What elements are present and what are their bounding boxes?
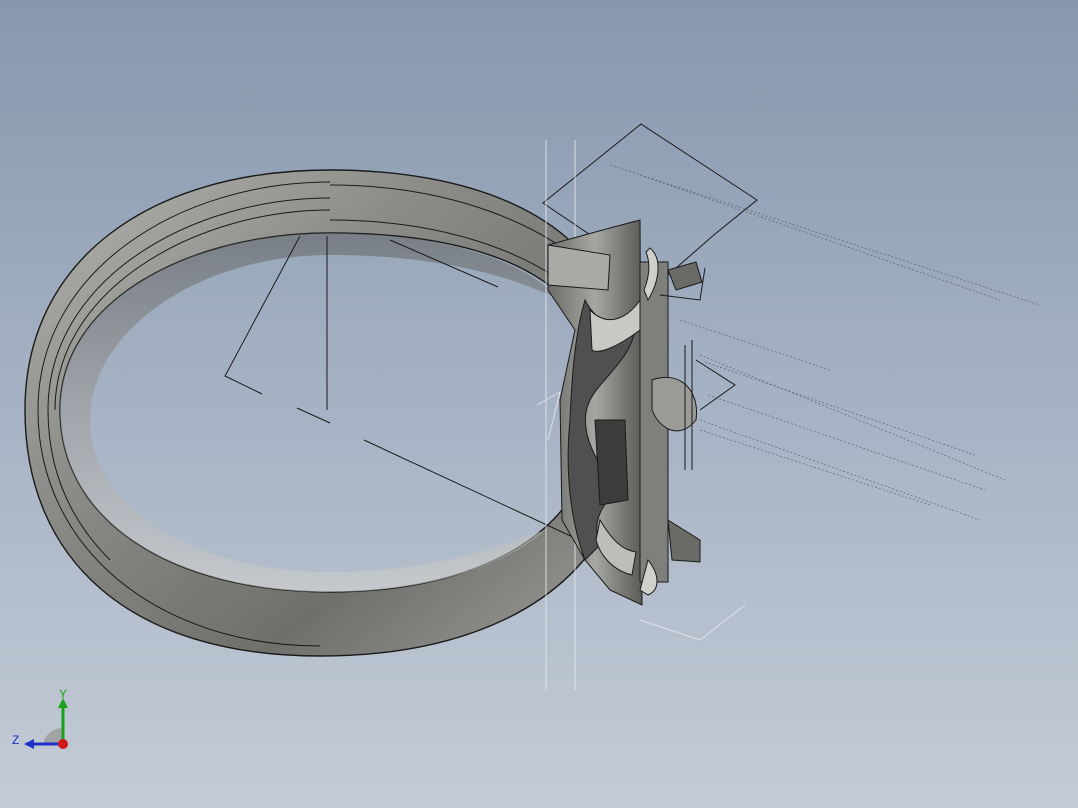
y-axis-label: Y	[59, 687, 67, 701]
z-axis-label: Z	[12, 733, 19, 747]
graphics-viewport[interactable]: Y Z	[0, 0, 1078, 808]
ring-band[interactable]	[24, 169, 611, 657]
x-axis-origin	[58, 739, 68, 749]
z-axis-arrow	[24, 739, 34, 749]
orientation-triad: Y Z	[12, 687, 68, 749]
ring-model[interactable]	[0, 0, 1078, 808]
ray-lines	[609, 164, 1041, 521]
